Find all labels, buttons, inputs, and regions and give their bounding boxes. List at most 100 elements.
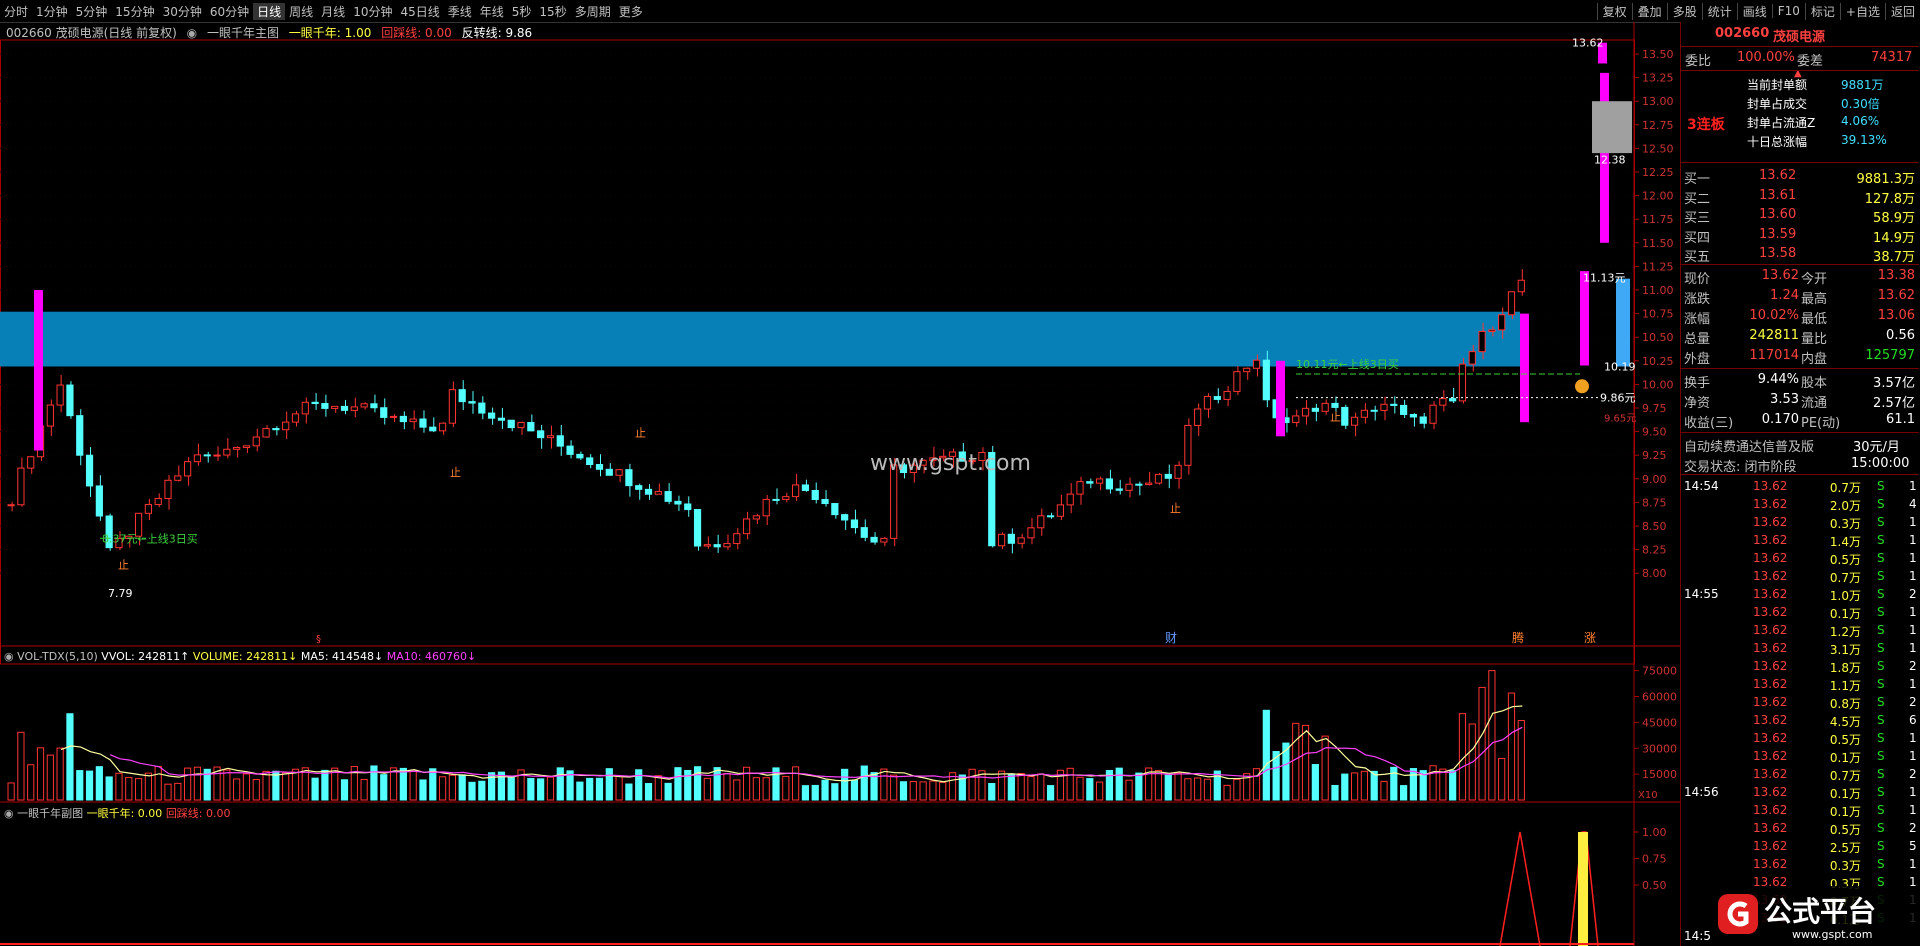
candle-body [1105, 478, 1114, 490]
bid-row[interactable]: 买三 13.60 58.9万 [1681, 205, 1919, 226]
bid-row[interactable]: 买四 13.59 14.9万 [1681, 225, 1919, 246]
candle-body [615, 469, 623, 476]
volume-bar [576, 781, 584, 801]
candle-body [625, 469, 633, 487]
promo-row[interactable]: 自动续费通达信普及版 30元/月 [1681, 434, 1919, 455]
promo-text[interactable]: 自动续费通达信普及版 [1684, 436, 1814, 455]
price-axis-label: 8.25 [1642, 544, 1667, 557]
candle-body [193, 454, 202, 463]
stat-label: 现价 [1684, 272, 1711, 287]
circle-icon[interactable]: ◉ [4, 807, 14, 820]
period-tab-2[interactable]: 5分钟 [72, 3, 112, 20]
tick-side: S [1877, 623, 1885, 637]
volume-bar [223, 769, 231, 801]
volume-bar [7, 782, 15, 801]
stat-label: 外盘 [1684, 352, 1711, 367]
period-tab-8[interactable]: 月线 [317, 3, 349, 20]
candle-body [997, 533, 1006, 547]
tick-time: 14:5 [1684, 929, 1711, 943]
period-tab-0[interactable]: 分时 [0, 3, 32, 20]
tick-volume: 3.1万 [1829, 643, 1861, 657]
candle-body [1027, 527, 1035, 539]
period-tab-5[interactable]: 60分钟 [206, 3, 253, 20]
candle-body [76, 415, 84, 456]
candle-body [164, 479, 172, 500]
candle-body [1458, 363, 1467, 402]
volume-bar [684, 769, 692, 801]
candlestick-chart[interactable]: 13.50 13.25 13.00 12.75 12.50 12.25 12.00 11.75… [0, 22, 1680, 946]
period-tab-4[interactable]: 30分钟 [159, 3, 206, 20]
period-tab-6[interactable]: 日线 [253, 2, 286, 20]
tick-row: 13.62 0.7万 S 2 [1681, 765, 1919, 783]
tool-button-3[interactable]: 统计 [1701, 2, 1737, 20]
candle-body [546, 435, 555, 439]
candle-body [1233, 371, 1241, 392]
fund-label: 股本 [1801, 376, 1828, 391]
period-tab-15[interactable]: 多周期 [571, 3, 615, 20]
price-axis-label: 10.00 [1642, 378, 1674, 391]
tool-button-4[interactable]: 画线 [1736, 2, 1772, 20]
tool-button-0[interactable]: 复权 [1596, 2, 1632, 20]
tick-price: 13.62 [1753, 839, 1788, 853]
period-tab-3[interactable]: 15分钟 [111, 3, 158, 20]
volume-bar [27, 764, 35, 801]
volume-bar [291, 768, 300, 801]
bid-row[interactable]: 买二 13.61 127.8万 [1681, 186, 1919, 207]
period-tab-10[interactable]: 45日线 [396, 3, 443, 20]
stat-value: 13.38 [1877, 268, 1915, 283]
limit-up-candle [1580, 271, 1589, 366]
candle-body [1301, 407, 1310, 417]
tool-button-8[interactable]: 返回 [1884, 2, 1920, 20]
volume-bar [792, 766, 800, 801]
period-tab-16[interactable]: 更多 [615, 3, 647, 20]
tick-count: 1 [1909, 857, 1917, 871]
candle-body [1066, 493, 1074, 506]
tick-volume: 0.5万 [1829, 553, 1861, 567]
bid-row[interactable]: 买五 13.58 38.7万 [1681, 244, 1919, 265]
sub-axis-label: 0.75 [1642, 853, 1667, 866]
period-tab-13[interactable]: 5秒 [508, 3, 536, 20]
bid-row[interactable]: 买一 13.62 9881.3万 [1681, 166, 1919, 187]
volume-bar [184, 767, 192, 801]
tick-count: 1 [1909, 515, 1917, 529]
period-tab-14[interactable]: 15秒 [535, 3, 570, 20]
seal-value: 39.13% [1841, 133, 1887, 147]
candle-body [782, 496, 790, 500]
period-tab-1[interactable]: 1分钟 [32, 3, 72, 20]
watermark: www.gspt.com [870, 451, 1031, 476]
candle-body [1252, 359, 1261, 369]
candle-body [17, 467, 25, 506]
price-axis-label: 8.00 [1642, 567, 1667, 580]
tool-button-5[interactable]: F10 [1771, 4, 1805, 18]
candle-body [1468, 351, 1476, 365]
stat-row: 涨跌 1.24 最高 13.62 [1681, 286, 1919, 307]
tool-button-6[interactable]: 标记 [1804, 2, 1840, 20]
candle-body [693, 509, 702, 547]
seal-label: 当前封单额 [1747, 78, 1808, 92]
period-tab-7[interactable]: 周线 [285, 3, 317, 20]
period-tab-11[interactable]: 季线 [444, 3, 476, 20]
price-axis-label: 9.75 [1642, 402, 1667, 415]
tick-volume: 0.1万 [1829, 787, 1861, 801]
period-tab-9[interactable]: 10分钟 [349, 3, 396, 20]
tool-button-7[interactable]: +自选 [1839, 2, 1885, 20]
price-axis-label: 9.00 [1642, 473, 1667, 486]
tool-button-2[interactable]: 多股 [1666, 2, 1702, 20]
candle-body [1174, 464, 1182, 479]
tick-price: 13.62 [1753, 641, 1788, 655]
stat-row: 涨幅 10.02% 最低 13.06 [1681, 306, 1919, 327]
period-tab-12[interactable]: 年线 [476, 3, 508, 20]
tool-button-1[interactable]: 叠加 [1631, 2, 1667, 20]
candle-body [7, 504, 15, 507]
tick-side: S [1877, 677, 1885, 691]
candle-body [174, 475, 182, 481]
circle-icon[interactable]: ◉ [4, 650, 14, 663]
tick-volume: 1.2万 [1829, 625, 1861, 639]
volume-bar [527, 777, 535, 801]
volume-bar [713, 767, 721, 801]
volume-bar [664, 782, 672, 801]
volume-bar [997, 770, 1006, 801]
volume-bar [644, 783, 653, 801]
stat-row: 外盘 117014 内盘 125797 [1681, 346, 1919, 367]
volume-bar [537, 778, 545, 801]
